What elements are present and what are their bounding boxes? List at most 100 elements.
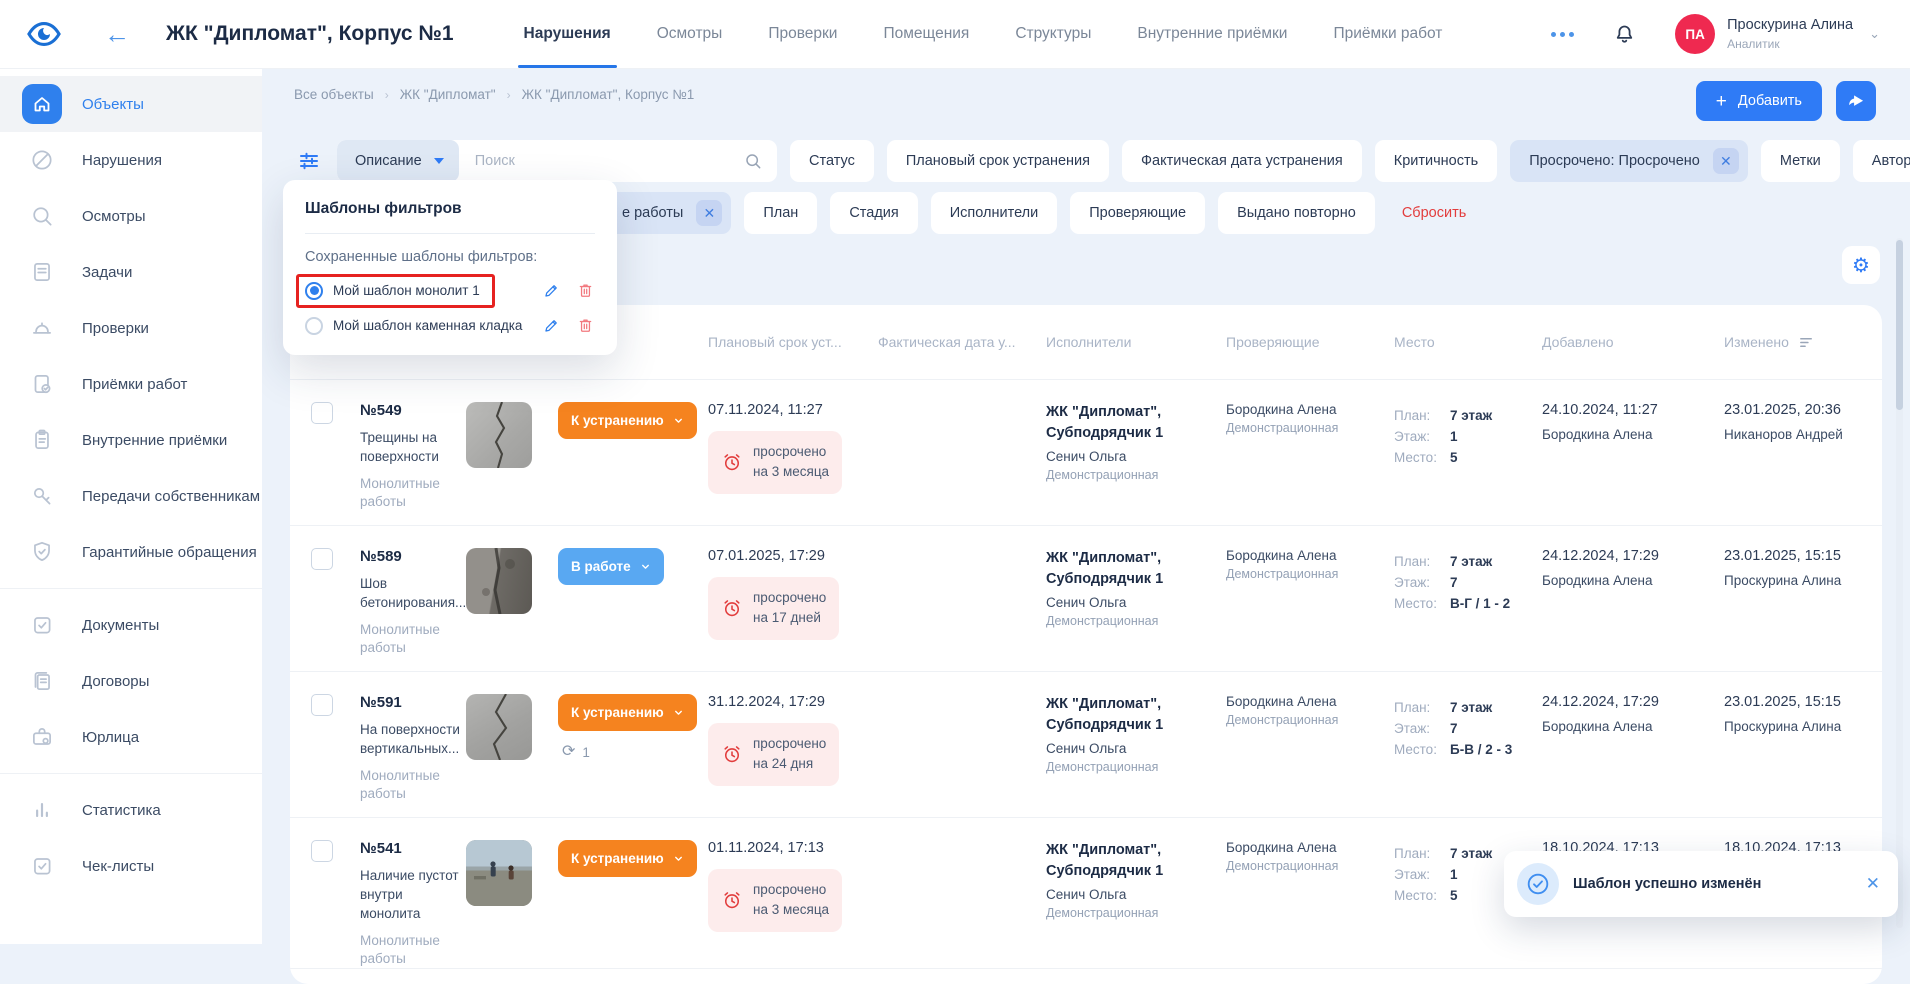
filter-chip[interactable]: Стадия (830, 192, 917, 234)
filter-chip[interactable]: Просрочено: Просрочено✕ (1510, 140, 1748, 182)
violation-photo-thumbnail[interactable] (466, 694, 532, 760)
row-checkbox[interactable] (311, 694, 333, 716)
search-field-select[interactable]: Описание (337, 140, 459, 182)
radio-button[interactable] (305, 282, 323, 300)
row-checkbox[interactable] (311, 840, 333, 862)
filter-template-label[interactable]: Мой шаблон монолит 1 (333, 283, 480, 298)
filter-chip[interactable]: Автор (1853, 140, 1910, 182)
violation-photo-thumbnail[interactable] (466, 548, 532, 614)
radio-button[interactable] (305, 317, 323, 335)
breadcrumb-item[interactable]: ЖК "Дипломат", Корпус №1 (522, 87, 695, 102)
nav-tab[interactable]: Приёмки работ (1333, 0, 1442, 68)
breadcrumb-item[interactable]: ЖК "Дипломат" (400, 87, 496, 102)
sidebar-item[interactable]: Передачи собственникам (0, 468, 262, 524)
sidebar-item[interactable]: Осмотры (0, 188, 262, 244)
nav-tab[interactable]: Осмотры (657, 0, 723, 68)
sidebar-item[interactable]: Чек-листы (0, 838, 262, 894)
sidebar-item[interactable]: Юрлица (0, 709, 262, 765)
delete-trash-icon[interactable] (576, 316, 595, 335)
table-column-label: Добавлено (1542, 334, 1614, 350)
sidebar-item[interactable]: Проверки (0, 300, 262, 356)
search-input[interactable] (459, 153, 743, 169)
filter-chip[interactable]: Фактическая дата устранения (1122, 140, 1362, 182)
sidebar-item[interactable]: Договоры (0, 653, 262, 709)
table-settings-gear-icon[interactable]: ⚙ (1842, 246, 1880, 284)
row-checkbox[interactable] (311, 402, 333, 424)
filter-chip[interactable]: Плановый срок устранения (887, 140, 1109, 182)
overdue-text: просроченона 3 месяца (753, 442, 829, 483)
filter-template-label[interactable]: Мой шаблон каменная кладка (333, 318, 522, 333)
filter-chip[interactable]: Метки (1761, 140, 1840, 182)
reviewer-person: Бородкина Алена (1226, 840, 1394, 855)
violation-id[interactable]: №591 (346, 694, 466, 711)
violation-id[interactable]: №589 (346, 548, 466, 565)
sidebar-item[interactable]: Нарушения (0, 132, 262, 188)
place-value: 7 этаж (1450, 846, 1492, 861)
place-info: План:7 этажЭтаж:7Место:Б-В / 2 - 3 (1394, 700, 1542, 757)
notifications-bell-icon[interactable] (1612, 22, 1637, 47)
sidebar-item[interactable]: Задачи (0, 244, 262, 300)
sidebar-item[interactable]: Внутренние приёмки (0, 412, 262, 468)
more-menu-icon[interactable] (1551, 32, 1574, 37)
sidebar-item[interactable]: Объекты (0, 76, 262, 132)
share-button[interactable] (1836, 81, 1876, 121)
back-arrow-icon[interactable]: ← (104, 21, 130, 47)
sidebar-item-label: Статистика (82, 802, 161, 819)
breadcrumb-item[interactable]: Все объекты (294, 87, 374, 102)
nav-tab[interactable]: Структуры (1015, 0, 1091, 68)
reset-filters-link[interactable]: Сбросить (1402, 205, 1466, 221)
table-column-label: Изменено (1724, 334, 1789, 350)
app-logo-icon[interactable] (24, 14, 64, 54)
checklist-icon (22, 846, 62, 886)
sidebar-item[interactable]: Документы (0, 597, 262, 653)
place-value: 1 (1450, 867, 1458, 882)
row-checkbox[interactable] (311, 548, 333, 570)
row-added-cell: 24.12.2024, 17:29Бородкина Алена (1542, 548, 1724, 588)
scrollbar-track[interactable] (1896, 238, 1903, 928)
filter-chip[interactable]: Статус (790, 140, 874, 182)
violation-photo-thumbnail[interactable] (466, 840, 532, 906)
nav-tab[interactable]: Помещения (883, 0, 969, 68)
sidebar-item[interactable]: Статистика (0, 782, 262, 838)
filter-chip[interactable]: Выдано повторно (1218, 192, 1375, 234)
scrollbar-thumb[interactable] (1896, 240, 1903, 410)
chip-remove-icon[interactable]: ✕ (1713, 148, 1739, 174)
nav-tab[interactable]: Проверки (768, 0, 837, 68)
filter-chip[interactable]: Исполнители (931, 192, 1057, 234)
chip-remove-icon[interactable]: ✕ (696, 200, 722, 226)
nav-tab[interactable]: Нарушения (524, 0, 611, 68)
sidebar-item[interactable]: Гарантийные обращения (0, 524, 262, 580)
filter-chip[interactable]: План (744, 192, 817, 234)
filter-sliders-icon[interactable] (294, 144, 324, 178)
row-executors-cell: ЖК "Дипломат",Субподрядчик 1Сенич ОльгаД… (1046, 548, 1226, 628)
toast-close-icon[interactable]: ✕ (1866, 874, 1880, 894)
edit-pencil-icon[interactable] (542, 316, 561, 335)
user-menu[interactable]: ПА Проскурина Алина Аналитик ⌄ (1675, 14, 1880, 54)
sort-icon[interactable] (1798, 334, 1815, 351)
violation-id[interactable]: №541 (346, 840, 466, 857)
filter-chip[interactable]: Критичность (1375, 140, 1497, 182)
violation-id[interactable]: №549 (346, 402, 466, 419)
filter-templates-panel: Шаблоны фильтров Сохраненные шаблоны фил… (283, 180, 617, 355)
overdue-text: просроченона 17 дней (753, 588, 826, 629)
row-checkbox-cell (290, 402, 346, 424)
briefcase-icon (22, 717, 62, 757)
chevron-down-icon (673, 415, 684, 426)
place-row: План:7 этаж (1394, 700, 1542, 715)
reviewer-note: Демонстрационная (1226, 421, 1394, 435)
edit-pencil-icon[interactable] (542, 281, 561, 300)
helmet-icon (22, 308, 62, 348)
add-button[interactable]: + Добавить (1696, 81, 1822, 121)
sidebar-item[interactable]: Приёмки работ (0, 356, 262, 412)
row-description-cell: №589Шов бетонирования...Монолитные работ… (346, 548, 466, 657)
table-column-label: Плановый срок уст... (708, 334, 842, 350)
filter-chip[interactable]: Проверяющие (1070, 192, 1205, 234)
nav-tab[interactable]: Внутренние приёмки (1137, 0, 1287, 68)
status-dropdown-button[interactable]: К устранению (558, 840, 697, 877)
status-dropdown-button[interactable]: В работе (558, 548, 664, 585)
status-dropdown-button[interactable]: К устранению (558, 694, 697, 731)
executor-person: Сенич Ольга (1046, 449, 1226, 464)
delete-trash-icon[interactable] (576, 281, 595, 300)
status-dropdown-button[interactable]: К устранению (558, 402, 697, 439)
violation-photo-thumbnail[interactable] (466, 402, 532, 468)
